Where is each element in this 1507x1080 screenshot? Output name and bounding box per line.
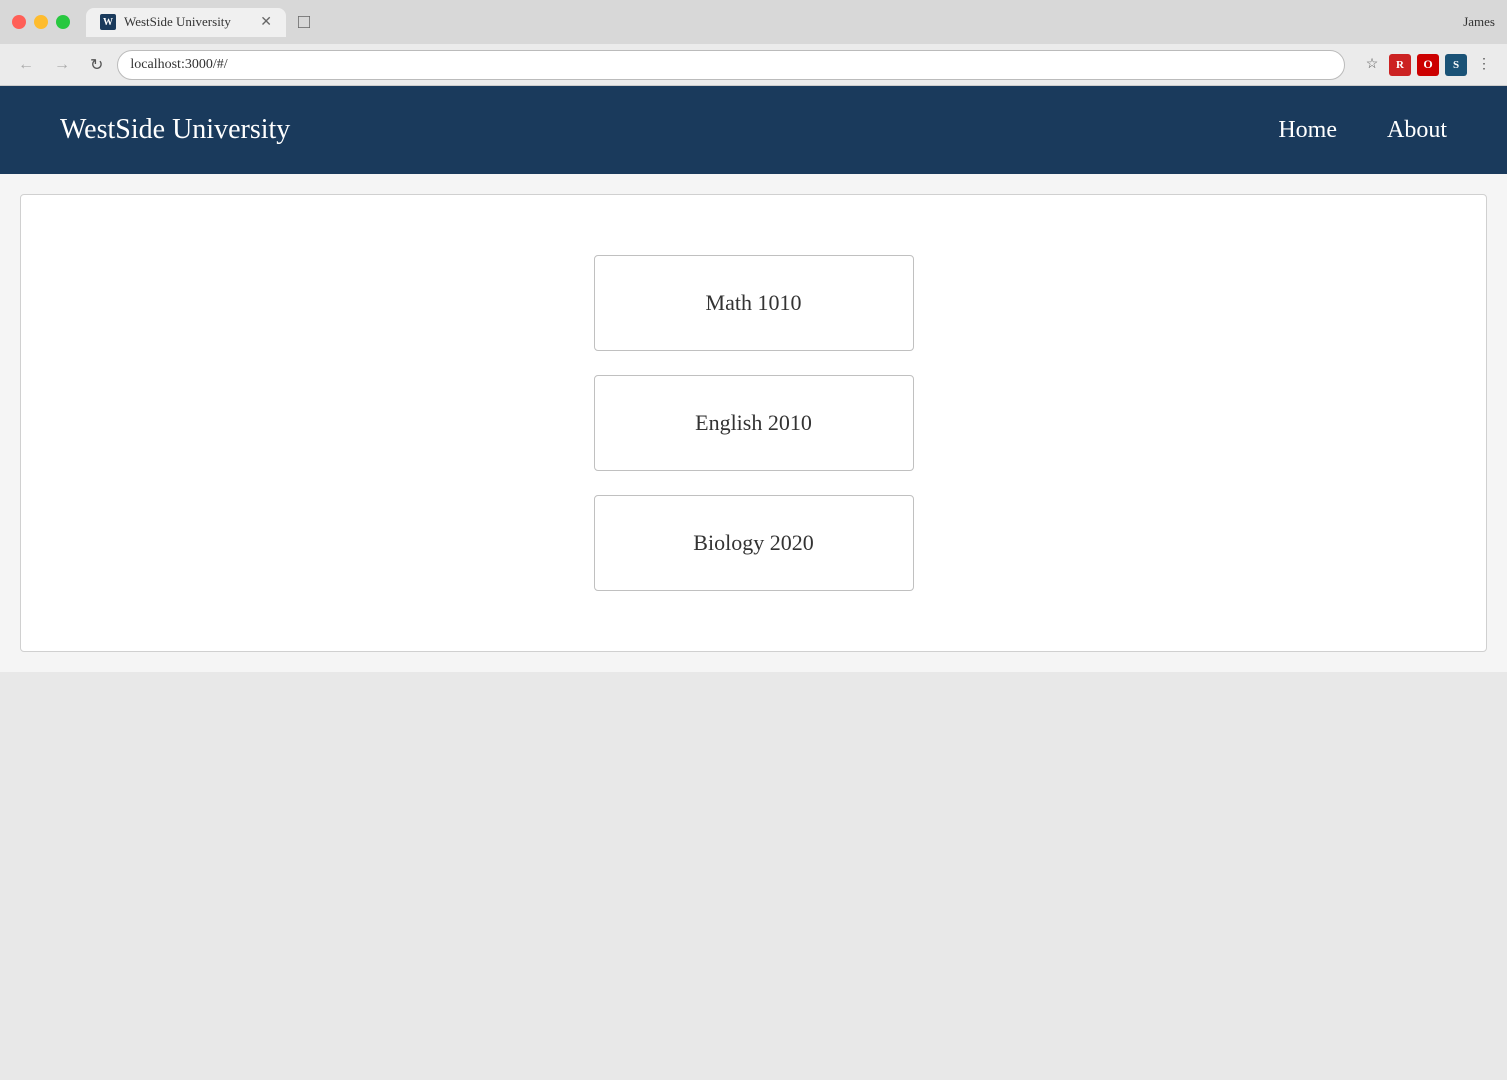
new-tab-icon[interactable]: □: [294, 11, 310, 34]
main-content: Math 1010 English 2010 Biology 2020: [0, 174, 1507, 672]
nav-link-home[interactable]: Home: [1278, 117, 1337, 144]
content-box: Math 1010 English 2010 Biology 2020: [20, 194, 1487, 652]
course-name-english: English 2010: [695, 410, 812, 436]
forward-button[interactable]: →: [48, 52, 76, 78]
minimize-button-yellow[interactable]: [34, 15, 48, 29]
reload-button[interactable]: ↻: [84, 51, 109, 79]
maximize-button-green[interactable]: [56, 15, 70, 29]
site-logo: WestSide University: [60, 114, 1278, 146]
nav-link-about[interactable]: About: [1387, 117, 1447, 144]
browser-toolbar: ← → ↻ localhost:3000/#/ ☆ R O S ⋮: [0, 44, 1507, 86]
site-nav: WestSide University Home About: [0, 86, 1507, 174]
course-card-english[interactable]: English 2010: [594, 375, 914, 471]
back-button[interactable]: ←: [12, 52, 40, 78]
traffic-lights: [12, 15, 70, 29]
extension-icon-blue[interactable]: S: [1445, 54, 1467, 76]
close-button-red[interactable]: [12, 15, 26, 29]
browser-titlebar: W WestSide University ✕ □ James: [0, 0, 1507, 44]
tab-favicon-icon: W: [100, 14, 116, 30]
tab-title: WestSide University: [124, 14, 231, 30]
address-bar[interactable]: localhost:3000/#/: [117, 50, 1345, 80]
user-name: James: [1463, 14, 1495, 30]
more-options-icon[interactable]: ⋮: [1473, 54, 1495, 76]
bookmark-icon[interactable]: ☆: [1361, 54, 1383, 76]
course-name-biology: Biology 2020: [693, 530, 813, 556]
browser-chrome: W WestSide University ✕ □ James ← → ↻ lo…: [0, 0, 1507, 86]
extension-icon-opera[interactable]: O: [1417, 54, 1439, 76]
website: WestSide University Home About Math 1010…: [0, 86, 1507, 672]
course-name-math: Math 1010: [706, 290, 802, 316]
course-card-math[interactable]: Math 1010: [594, 255, 914, 351]
course-card-biology[interactable]: Biology 2020: [594, 495, 914, 591]
toolbar-icons: ☆ R O S ⋮: [1361, 54, 1495, 76]
tab-close-icon[interactable]: ✕: [260, 14, 272, 31]
url-text: localhost:3000/#/: [130, 57, 227, 73]
extension-icon-red[interactable]: R: [1389, 54, 1411, 76]
browser-tab[interactable]: W WestSide University ✕: [86, 8, 286, 37]
nav-links: Home About: [1278, 117, 1447, 144]
